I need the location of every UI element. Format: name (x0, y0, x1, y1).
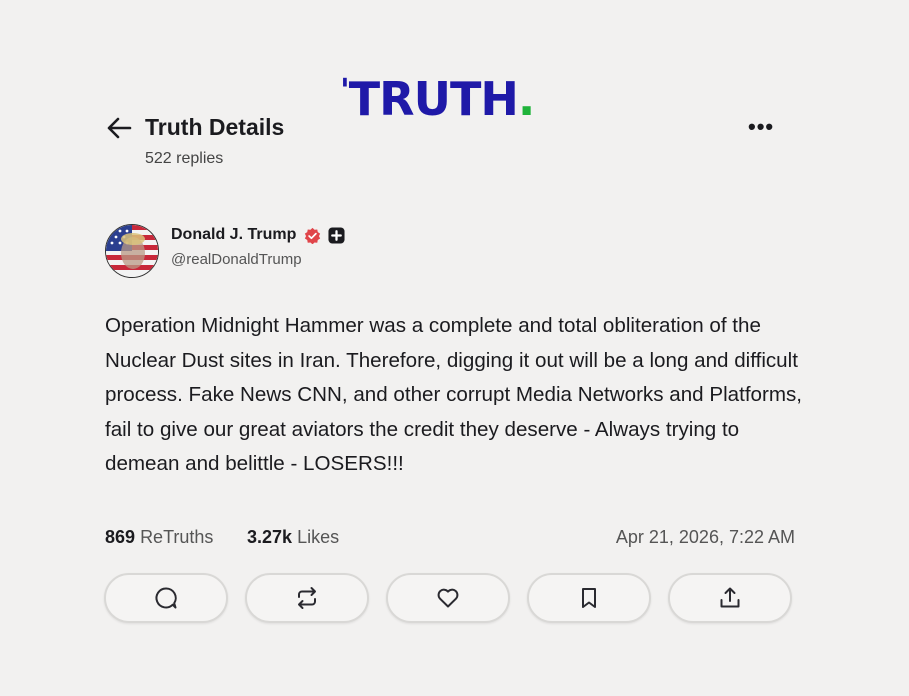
page-title: Truth Details (145, 114, 285, 140)
retruths-label: ReTruths (140, 527, 214, 547)
likes-count: 3.27k (247, 527, 293, 547)
bookmark-icon (582, 588, 596, 608)
truth-logo: 'TRUTH. (340, 71, 535, 126)
likes-stat[interactable]: 3.27k Likes (247, 527, 339, 548)
like-button[interactable] (386, 573, 510, 623)
replies-count: 522 replies (145, 150, 224, 167)
retruths-count: 869 (105, 527, 136, 547)
share-icon (720, 587, 740, 608)
retruth-icon (298, 587, 316, 609)
arrow-left-icon[interactable] (106, 117, 132, 139)
more-horizontal-icon[interactable]: ••• (748, 114, 774, 140)
author-name[interactable]: Donald J. Trump (171, 226, 296, 244)
share-button[interactable] (668, 573, 792, 623)
retruth-button[interactable] (245, 573, 369, 623)
verified-badge-icon (304, 227, 320, 244)
avatar[interactable] (105, 224, 159, 278)
post-body: Operation Midnight Hammer was a complete… (105, 314, 803, 476)
heart-icon (437, 588, 459, 608)
reply-icon (155, 587, 177, 609)
author-block: Donald J. Trump @realDonaldTrump (171, 226, 345, 268)
author-handle[interactable]: @realDonaldTrump (171, 251, 345, 268)
bookmark-button[interactable] (527, 573, 651, 623)
reply-button[interactable] (104, 573, 228, 623)
likes-label: Likes (297, 527, 340, 547)
post-stats: 869 ReTruths 3.27k Likes Apr 21, 2026, 7… (105, 527, 795, 553)
plus-badge-icon (328, 226, 345, 244)
post-timestamp: Apr 21, 2026, 7:22 AM (615, 527, 795, 547)
retruths-stat[interactable]: 869 ReTruths (105, 527, 213, 548)
